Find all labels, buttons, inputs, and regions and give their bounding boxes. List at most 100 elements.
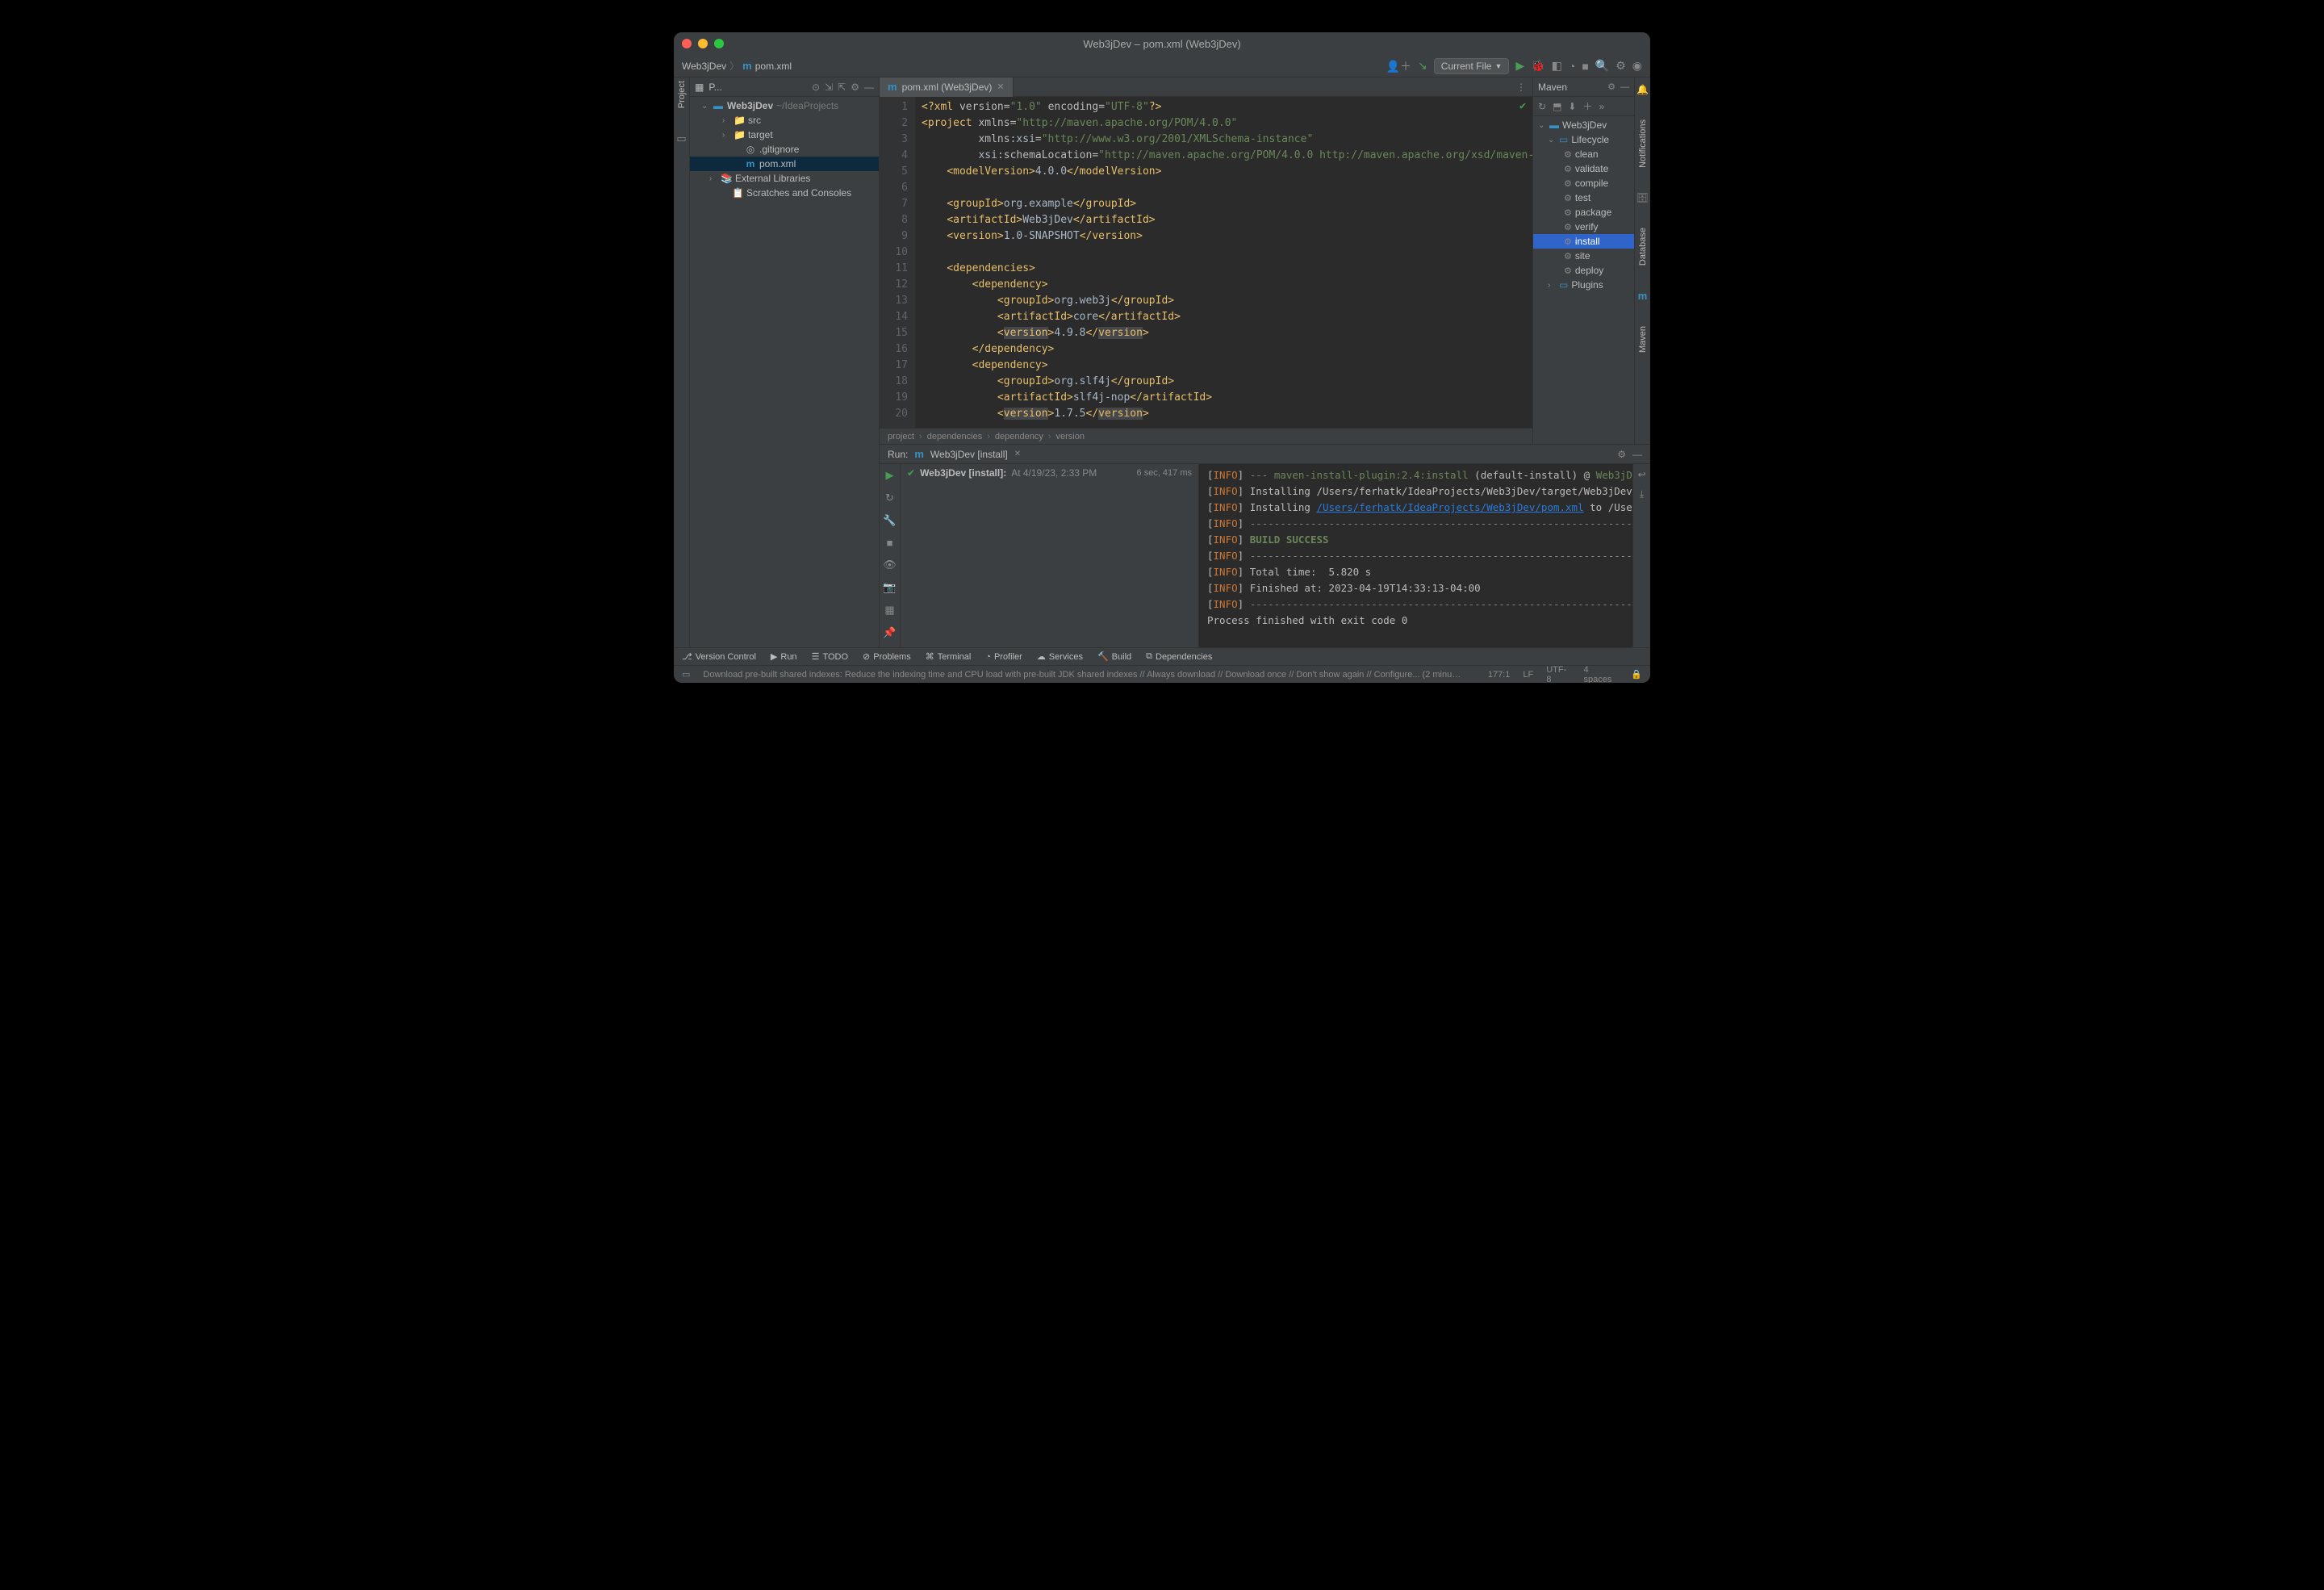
bottom-tab[interactable]: ⧉Dependencies: [1146, 651, 1212, 662]
bottom-tab[interactable]: ⎇Version Control: [682, 651, 756, 662]
run-gear-icon[interactable]: ⚙: [1617, 449, 1626, 460]
collapse-all-icon[interactable]: ⇱: [838, 82, 846, 93]
tree-item[interactable]: ›📁target: [690, 128, 879, 142]
editor-tab-menu-icon[interactable]: ⋮: [1510, 82, 1532, 93]
lifecycle-goal[interactable]: ⚙deploy: [1533, 263, 1634, 278]
lifecycle-goal[interactable]: ⚙test: [1533, 190, 1634, 205]
reload-icon[interactable]: ↻: [1538, 101, 1546, 112]
run-hide-icon[interactable]: —: [1632, 449, 1642, 460]
maven-tree[interactable]: ⌄▬ Web3jDev ⌄▭ Lifecycle ⚙clean⚙validate…: [1533, 116, 1634, 444]
search-icon[interactable]: 🔍: [1595, 59, 1609, 73]
wrench-icon[interactable]: 🔧: [883, 514, 896, 527]
bottom-tab[interactable]: ◔Profiler: [985, 652, 1022, 662]
run-config-select[interactable]: Current File ▼: [1434, 58, 1510, 74]
folder-icon[interactable]: ▭: [676, 132, 686, 145]
close-run-tab-icon[interactable]: ✕: [1014, 450, 1021, 458]
tree-item[interactable]: ›📁src: [690, 113, 879, 128]
breadcrumb-item[interactable]: project: [888, 432, 914, 441]
rerun-icon[interactable]: ▶: [886, 469, 894, 482]
event-log-icon[interactable]: ▭: [682, 669, 690, 680]
run-node[interactable]: ✔ Web3jDev [install]: At 4/19/23, 2:33 P…: [907, 467, 1192, 479]
bottom-tab[interactable]: ⊘Problems: [863, 651, 911, 662]
lifecycle-goal[interactable]: ⚙validate: [1533, 161, 1634, 176]
right-tab-database[interactable]: Database: [1638, 228, 1648, 266]
maven-icon[interactable]: m: [1638, 290, 1648, 302]
nav-project[interactable]: Web3jDev: [682, 61, 726, 72]
console-output[interactable]: [INFO] --- maven-install-plugin:2.4:inst…: [1199, 464, 1632, 647]
lifecycle-goal[interactable]: ⚙package: [1533, 205, 1634, 220]
tree-item[interactable]: ›📚External Libraries: [690, 171, 879, 186]
show-icon[interactable]: 👁: [883, 559, 897, 571]
maven-plugins-node[interactable]: ›▭ Plugins: [1533, 278, 1634, 292]
lifecycle-goal[interactable]: ⚙site: [1533, 249, 1634, 263]
caret-position[interactable]: 177:1: [1488, 670, 1511, 680]
code-editor[interactable]: 1234567891011121314151617181920 <?xml ve…: [880, 97, 1532, 428]
scroll-end-icon[interactable]: ⤓: [1640, 488, 1644, 500]
file-encoding[interactable]: UTF-8: [1546, 665, 1570, 684]
add-user-icon[interactable]: 👤＋: [1386, 58, 1411, 74]
stop-icon[interactable]: ■: [887, 537, 893, 549]
nav-file[interactable]: pom.xml: [755, 61, 792, 72]
tree-item[interactable]: ◎.gitignore: [690, 142, 879, 157]
maximize-icon[interactable]: [714, 39, 724, 48]
breadcrumb-item[interactable]: dependencies: [927, 432, 983, 441]
database-icon[interactable]: 🗄: [1636, 192, 1649, 203]
status-message[interactable]: Download pre-built shared indexes: Reduc…: [703, 670, 1461, 680]
debug-icon[interactable]: 🐞: [1531, 59, 1544, 73]
maven-gear-icon[interactable]: ⚙: [1607, 82, 1616, 92]
lifecycle-goal[interactable]: ⚙compile: [1533, 176, 1634, 190]
readonly-lock-icon[interactable]: 🔒: [1631, 669, 1642, 680]
run-tree[interactable]: ✔ Web3jDev [install]: At 4/19/23, 2:33 P…: [901, 464, 1199, 647]
run-config-name[interactable]: Web3jDev [install]: [930, 449, 1008, 460]
bottom-tab[interactable]: ☰TODO: [812, 651, 848, 662]
left-tab-project[interactable]: Project: [677, 81, 687, 108]
toggle-tree-icon[interactable]: ↻: [885, 492, 894, 504]
tree-item[interactable]: 📋Scratches and Consoles: [690, 186, 879, 200]
close-icon[interactable]: [682, 39, 692, 48]
settings-gear-icon[interactable]: ⚙: [1616, 59, 1626, 73]
coverage-icon[interactable]: ◧: [1552, 59, 1562, 73]
build-hammer-icon[interactable]: ↘: [1418, 59, 1427, 73]
maven-project-node[interactable]: ⌄▬ Web3jDev: [1533, 118, 1634, 132]
panel-gear-icon[interactable]: ⚙: [851, 82, 859, 93]
maven-lifecycle-node[interactable]: ⌄▭ Lifecycle: [1533, 132, 1634, 147]
soft-wrap-icon[interactable]: ↩: [1637, 469, 1645, 480]
expand-icon[interactable]: »: [1599, 101, 1604, 112]
camera-icon[interactable]: 📷: [883, 581, 896, 594]
bottom-tab[interactable]: 🔨Build: [1097, 651, 1131, 662]
line-separator[interactable]: LF: [1523, 670, 1533, 680]
breadcrumb-item[interactable]: dependency: [995, 432, 1043, 441]
select-opened-icon[interactable]: ⊙: [812, 82, 820, 93]
close-tab-icon[interactable]: ✕: [997, 82, 1004, 92]
lifecycle-goal[interactable]: ⚙install: [1533, 234, 1634, 249]
download-icon[interactable]: ⬇: [1568, 101, 1576, 112]
notifications-icon[interactable]: 🔔: [1636, 84, 1649, 95]
bottom-tab[interactable]: ▶Run: [771, 651, 797, 662]
expand-all-icon[interactable]: ⇲: [825, 82, 833, 93]
editor-tab[interactable]: m pom.xml (Web3jDev) ✕: [880, 77, 1014, 97]
lifecycle-goal[interactable]: ⚙verify: [1533, 220, 1634, 234]
panel-hide-icon[interactable]: —: [864, 82, 874, 93]
profile-icon[interactable]: ◔: [1569, 60, 1575, 73]
maven-hide-icon[interactable]: —: [1620, 82, 1629, 92]
editor-breadcrumbs[interactable]: project› dependencies› dependency› versi…: [880, 428, 1532, 444]
bottom-tab[interactable]: ⌘Terminal: [926, 651, 972, 662]
ide-colorwheel-icon[interactable]: ◉: [1632, 59, 1642, 73]
run-icon[interactable]: ▶: [1515, 59, 1524, 73]
stop-icon[interactable]: ■: [1582, 60, 1588, 73]
indent-setting[interactable]: 4 spaces: [1584, 665, 1619, 684]
bottom-tab[interactable]: ☁Services: [1037, 651, 1083, 662]
tree-item[interactable]: mpom.xml: [690, 157, 879, 171]
code-content[interactable]: <?xml version="1.0" encoding="UTF-8"?><p…: [915, 97, 1532, 428]
project-tree[interactable]: ⌄ ▬ Web3jDev ~/IdeaProjects ›📁src›📁targe…: [690, 97, 879, 647]
analysis-ok-icon[interactable]: ✔: [1519, 100, 1526, 112]
minimize-icon[interactable]: [698, 39, 708, 48]
tree-root[interactable]: ⌄ ▬ Web3jDev ~/IdeaProjects: [690, 98, 879, 113]
lifecycle-goal[interactable]: ⚙clean: [1533, 147, 1634, 161]
pin-icon[interactable]: 📌: [883, 626, 896, 639]
layout-icon[interactable]: ▦: [884, 604, 894, 617]
right-tab-maven[interactable]: Maven: [1638, 326, 1648, 353]
generate-icon[interactable]: ⬒: [1553, 101, 1561, 112]
right-tab-notifications[interactable]: Notifications: [1638, 119, 1648, 168]
add-icon[interactable]: ＋: [1582, 99, 1592, 113]
